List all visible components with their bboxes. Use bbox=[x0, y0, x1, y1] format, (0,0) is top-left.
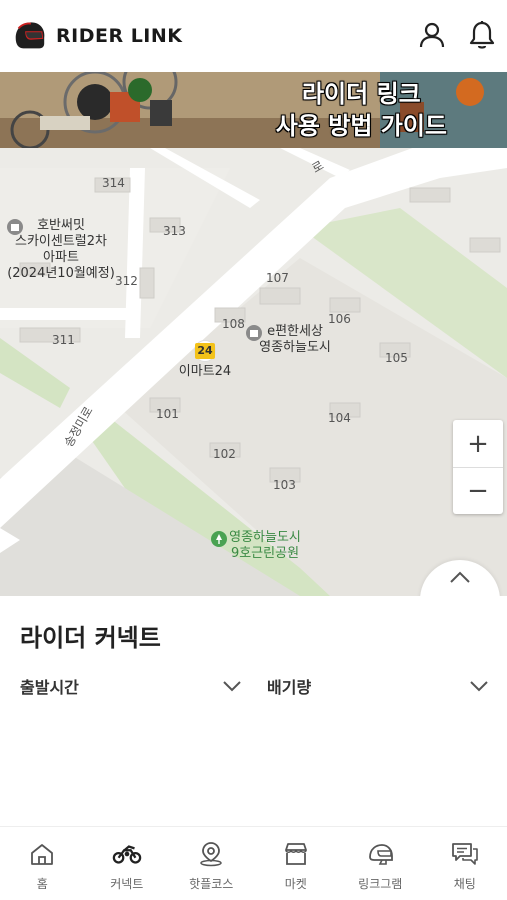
nav-label-home: 홈 bbox=[36, 877, 48, 891]
nav-item-market[interactable]: 마켓 bbox=[254, 827, 339, 900]
building-label: 107 bbox=[266, 271, 289, 285]
map-view[interactable]: 314 313 312 311 107 108 106 105 104 101 … bbox=[0, 148, 507, 596]
displacement-label: 배기량 bbox=[267, 678, 312, 697]
building-label: 102 bbox=[213, 447, 236, 461]
helmet-icon bbox=[369, 844, 394, 865]
departure-time-dropdown[interactable]: 출발시간 bbox=[20, 674, 242, 698]
building-label: 108 bbox=[222, 317, 245, 331]
nav-item-linkgram[interactable]: 링크그램 bbox=[338, 827, 423, 900]
nav-label-chat: 채팅 bbox=[453, 877, 476, 891]
motorcycle-icon bbox=[112, 845, 141, 864]
guide-banner[interactable]: 라이더 링크 사용 방법 가이드 bbox=[0, 72, 507, 148]
banner-line-1: 라이더 링크 bbox=[301, 80, 421, 108]
app-header: RIDER LINK bbox=[0, 0, 507, 72]
emart24-poi[interactable]: 24 이마트24 bbox=[170, 340, 240, 380]
zoom-out-button[interactable]: − bbox=[453, 467, 503, 514]
building-label: 101 bbox=[156, 407, 179, 421]
location-pin-icon bbox=[200, 842, 222, 867]
building-label: 105 bbox=[385, 351, 408, 365]
building-label: 313 bbox=[163, 224, 186, 238]
apartment-name-line2: 스카이센트럴2차 bbox=[15, 234, 107, 249]
nav-item-chat[interactable]: 채팅 bbox=[423, 827, 507, 900]
building-marker-icon bbox=[7, 219, 23, 235]
bottom-navigation: 홈 커넥트 핫플코스 마켓 링크그램 채팅 bbox=[0, 826, 507, 900]
chevron-up-icon bbox=[450, 571, 470, 583]
panel-title: 라이더 커넥트 bbox=[20, 624, 161, 652]
bell-icon bbox=[469, 21, 495, 49]
building-label: 312 bbox=[115, 274, 138, 288]
home-icon bbox=[31, 844, 54, 865]
rider-connect-panel: 라이더 커넥트 출발시간 배기량 bbox=[0, 596, 507, 826]
brand-logo[interactable]: RIDER LINK bbox=[10, 17, 183, 55]
brand-name: RIDER LINK bbox=[56, 25, 183, 47]
building-label: 311 bbox=[52, 333, 75, 347]
store-marker-icon: 24 bbox=[194, 340, 216, 362]
building-marker-icon bbox=[246, 325, 262, 341]
nav-label-linkgram: 링크그램 bbox=[358, 877, 403, 891]
displacement-dropdown[interactable]: 배기량 bbox=[267, 674, 489, 698]
nav-label-market: 마켓 bbox=[284, 877, 307, 891]
store-badge-text: 24 bbox=[195, 343, 215, 359]
nav-item-hotplace-course[interactable]: 핫플코스 bbox=[169, 827, 254, 900]
nav-item-connect[interactable]: 커넥트 bbox=[85, 827, 170, 900]
nav-label-connect: 커넥트 bbox=[110, 877, 144, 891]
apartment-name-line3: 아파트 bbox=[43, 250, 79, 265]
complex-name-line2: 영종하늘도시 bbox=[259, 340, 331, 355]
chat-icon bbox=[451, 843, 478, 865]
user-icon bbox=[419, 22, 445, 48]
notification-button[interactable] bbox=[467, 18, 497, 52]
park-poi[interactable]: 영종하늘도시 9호근린공원 bbox=[210, 530, 320, 562]
zoom-in-button[interactable]: + bbox=[453, 420, 503, 467]
banner-line-2: 사용 방법 가이드 bbox=[275, 112, 447, 140]
park-name-line2: 9호근린공원 bbox=[230, 546, 300, 561]
map-base bbox=[0, 148, 507, 596]
helmet-logo-icon bbox=[15, 22, 45, 49]
chevron-down-icon bbox=[470, 681, 488, 692]
apartment-name-line4: (2024년10월예정) bbox=[7, 266, 115, 281]
store-icon bbox=[284, 843, 307, 865]
park-marker-icon bbox=[211, 531, 227, 547]
building-label: 314 bbox=[102, 176, 125, 190]
departure-time-label: 출발시간 bbox=[20, 678, 79, 697]
building-label: 103 bbox=[273, 478, 296, 492]
chevron-down-icon bbox=[223, 681, 241, 692]
emart24-name: 이마트24 bbox=[178, 364, 232, 379]
nav-label-hotplace-course: 핫플코스 bbox=[189, 877, 234, 891]
profile-button[interactable] bbox=[417, 18, 447, 52]
nav-item-home[interactable]: 홈 bbox=[0, 827, 85, 900]
zoom-control: + − bbox=[453, 420, 503, 514]
building-label: 104 bbox=[328, 411, 351, 425]
apartment-complex-poi[interactable]: e편한세상 영종하늘도시 bbox=[245, 324, 345, 356]
apartment-poi[interactable]: 호반써밋 스카이센트럴2차 아파트 (2024년10월예정) bbox=[6, 218, 116, 282]
